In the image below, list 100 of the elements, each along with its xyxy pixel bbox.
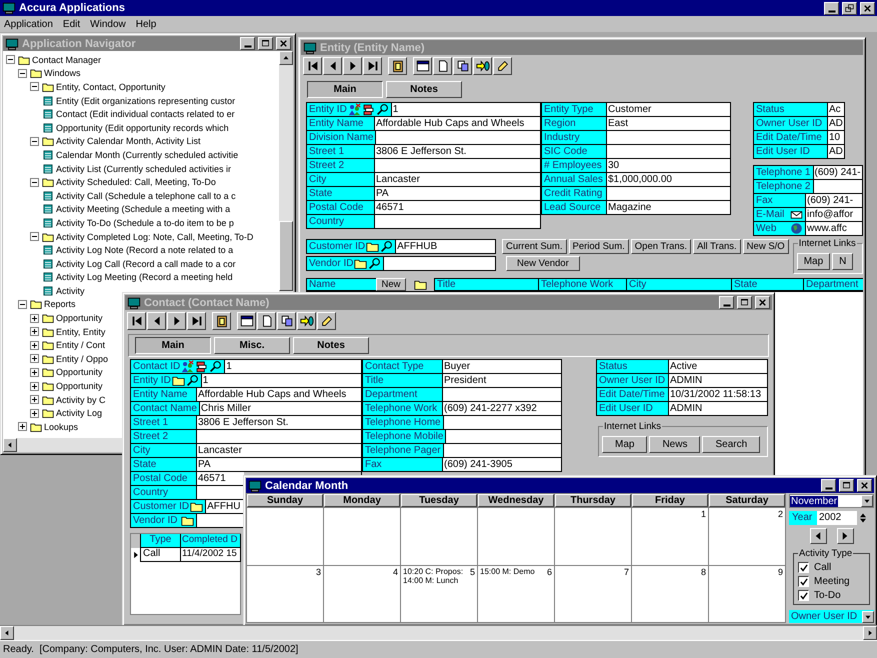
- input-field[interactable]: 1: [392, 103, 540, 116]
- toolbar-button[interactable]: [127, 312, 146, 330]
- input-field[interactable]: [375, 159, 540, 172]
- search-icon[interactable]: [209, 360, 222, 373]
- input-field[interactable]: Chris Miller: [200, 402, 361, 415]
- input-field[interactable]: Buyer: [443, 360, 561, 373]
- tree-item[interactable]: Activity To-Do (Schedule a to-do item to be p: [56, 218, 234, 228]
- column-header[interactable]: Department: [803, 278, 863, 291]
- summary-button[interactable]: Period Sum.: [568, 239, 629, 254]
- tree-item[interactable]: Opportunity: [56, 381, 103, 392]
- input-field[interactable]: 2002: [817, 511, 857, 526]
- input-field[interactable]: (609) 241-: [814, 166, 862, 179]
- toolbar-button[interactable]: [453, 57, 472, 75]
- column-header[interactable]: Type: [141, 534, 181, 548]
- input-field[interactable]: Active: [669, 360, 767, 373]
- input-field[interactable]: AFFHU: [206, 500, 244, 513]
- tree-toggle[interactable]: [18, 300, 27, 309]
- input-field[interactable]: $1,000,000.00: [607, 173, 730, 186]
- tree-item[interactable]: Activity Meeting (Schedule a meeting with a: [56, 204, 230, 214]
- owner-dropdown[interactable]: Owner User ID: [789, 610, 874, 623]
- day-cell[interactable]: [555, 508, 631, 564]
- tree-toggle[interactable]: [30, 382, 39, 391]
- minimize-button[interactable]: [719, 296, 734, 309]
- link-button[interactable]: Search: [702, 436, 760, 453]
- day-cell[interactable]: 15:00 M: Demo 6: [478, 566, 554, 622]
- input-field[interactable]: [197, 486, 244, 499]
- day-cell[interactable]: 2: [709, 508, 785, 564]
- summary-button[interactable]: All Trans.: [693, 239, 741, 254]
- toolbar-button[interactable]: [257, 312, 276, 330]
- toolbar-button[interactable]: [303, 57, 322, 75]
- toolbar-button[interactable]: [277, 312, 296, 330]
- input-field[interactable]: (609) 241-3905: [443, 458, 561, 471]
- link-button[interactable]: Map: [796, 253, 830, 270]
- input-field[interactable]: AD: [828, 117, 844, 130]
- tree-item[interactable]: Entity, Entity: [56, 326, 106, 337]
- globe-icon[interactable]: [790, 222, 803, 235]
- input-field[interactable]: Customer: [607, 103, 730, 116]
- folder-icon[interactable]: [190, 500, 204, 513]
- day-cell[interactable]: 9: [709, 566, 785, 622]
- checkbox-label[interactable]: To-Do: [814, 590, 841, 602]
- input-field[interactable]: 1: [225, 360, 361, 373]
- input-field[interactable]: (609) 241-2277 x392: [443, 402, 561, 415]
- tree-item[interactable]: Entity (Edit organizations representing custor: [56, 96, 236, 106]
- link-button[interactable]: N: [832, 253, 854, 270]
- minimize-button[interactable]: [821, 479, 836, 492]
- tree-toggle[interactable]: [30, 340, 39, 350]
- tree-item[interactable]: Calendar Month (Currently scheduled activitie: [56, 150, 238, 160]
- link-button[interactable]: Map: [602, 436, 648, 453]
- toolbar-button[interactable]: [343, 57, 362, 75]
- link-button[interactable]: News: [649, 436, 700, 453]
- input-field[interactable]: Lancaster: [375, 173, 540, 186]
- tree-item[interactable]: Windows: [44, 68, 81, 78]
- new-vendor-button[interactable]: New Vendor: [506, 256, 580, 271]
- tree-item[interactable]: Opportunity (Edit opportunity records which: [56, 122, 229, 133]
- maximize-button[interactable]: [737, 296, 752, 309]
- input-field[interactable]: 46571: [197, 472, 244, 485]
- toolbar-button[interactable]: [167, 312, 186, 330]
- checkbox[interactable]: [798, 590, 809, 602]
- input-field[interactable]: [444, 416, 561, 429]
- checkbox-label[interactable]: Meeting: [814, 576, 850, 588]
- day-cell[interactable]: [478, 508, 554, 564]
- tree-item[interactable]: Reports: [44, 299, 76, 310]
- search-icon[interactable]: [376, 103, 389, 116]
- tree-item[interactable]: Opportunity: [56, 313, 103, 324]
- tree-item[interactable]: Activity Calendar Month, Activity List: [56, 136, 201, 146]
- day-cell[interactable]: 8: [632, 566, 708, 622]
- toolbar-button[interactable]: [388, 57, 407, 75]
- input-field[interactable]: 1: [202, 374, 361, 387]
- day-cell[interactable]: [401, 508, 477, 564]
- tree-toggle[interactable]: [30, 232, 39, 242]
- tree-toggle[interactable]: [6, 55, 15, 64]
- tree-toggle[interactable]: [18, 422, 27, 432]
- calendar-entry[interactable]: 14:00 M: Lunch: [403, 576, 468, 584]
- menu-item[interactable]: Edit: [62, 18, 80, 30]
- tree-item[interactable]: Activity: [56, 286, 85, 296]
- people-icon[interactable]: [181, 360, 194, 373]
- input-field[interactable]: Affordable Hub Caps and Wheels: [197, 388, 361, 401]
- input-field[interactable]: www.affc: [806, 222, 862, 235]
- tab[interactable]: Main: [135, 337, 211, 354]
- tree-item[interactable]: Contact (Edit individual contacts related to er: [56, 109, 235, 120]
- tree-item[interactable]: Activity Completed Log: Note, Call, Meeting, To-D: [56, 232, 254, 242]
- tree-item[interactable]: Contact Manager: [32, 54, 102, 65]
- input-field[interactable]: 10/31/2002 11:58:13: [669, 388, 767, 401]
- toolbar-button[interactable]: [413, 57, 432, 75]
- input-field[interactable]: [375, 215, 540, 228]
- tree-toggle[interactable]: [30, 314, 39, 323]
- toolbar-button[interactable]: [212, 312, 231, 330]
- column-header[interactable]: City: [626, 278, 731, 291]
- input-field[interactable]: Magazine: [607, 201, 730, 214]
- input-field[interactable]: Lancaster: [197, 444, 361, 457]
- tree-toggle[interactable]: [30, 408, 39, 418]
- input-field[interactable]: [376, 131, 540, 144]
- toolbar-button[interactable]: [473, 57, 492, 75]
- column-header[interactable]: Name: [306, 278, 376, 291]
- input-field[interactable]: East: [607, 117, 730, 130]
- tree-item[interactable]: Activity Log Call (Record a call made to a cor: [56, 258, 236, 269]
- toolbar-button[interactable]: [493, 57, 512, 75]
- search-icon[interactable]: [186, 374, 199, 387]
- restore-button[interactable]: [842, 2, 857, 14]
- input-field[interactable]: ADMIN: [669, 402, 767, 415]
